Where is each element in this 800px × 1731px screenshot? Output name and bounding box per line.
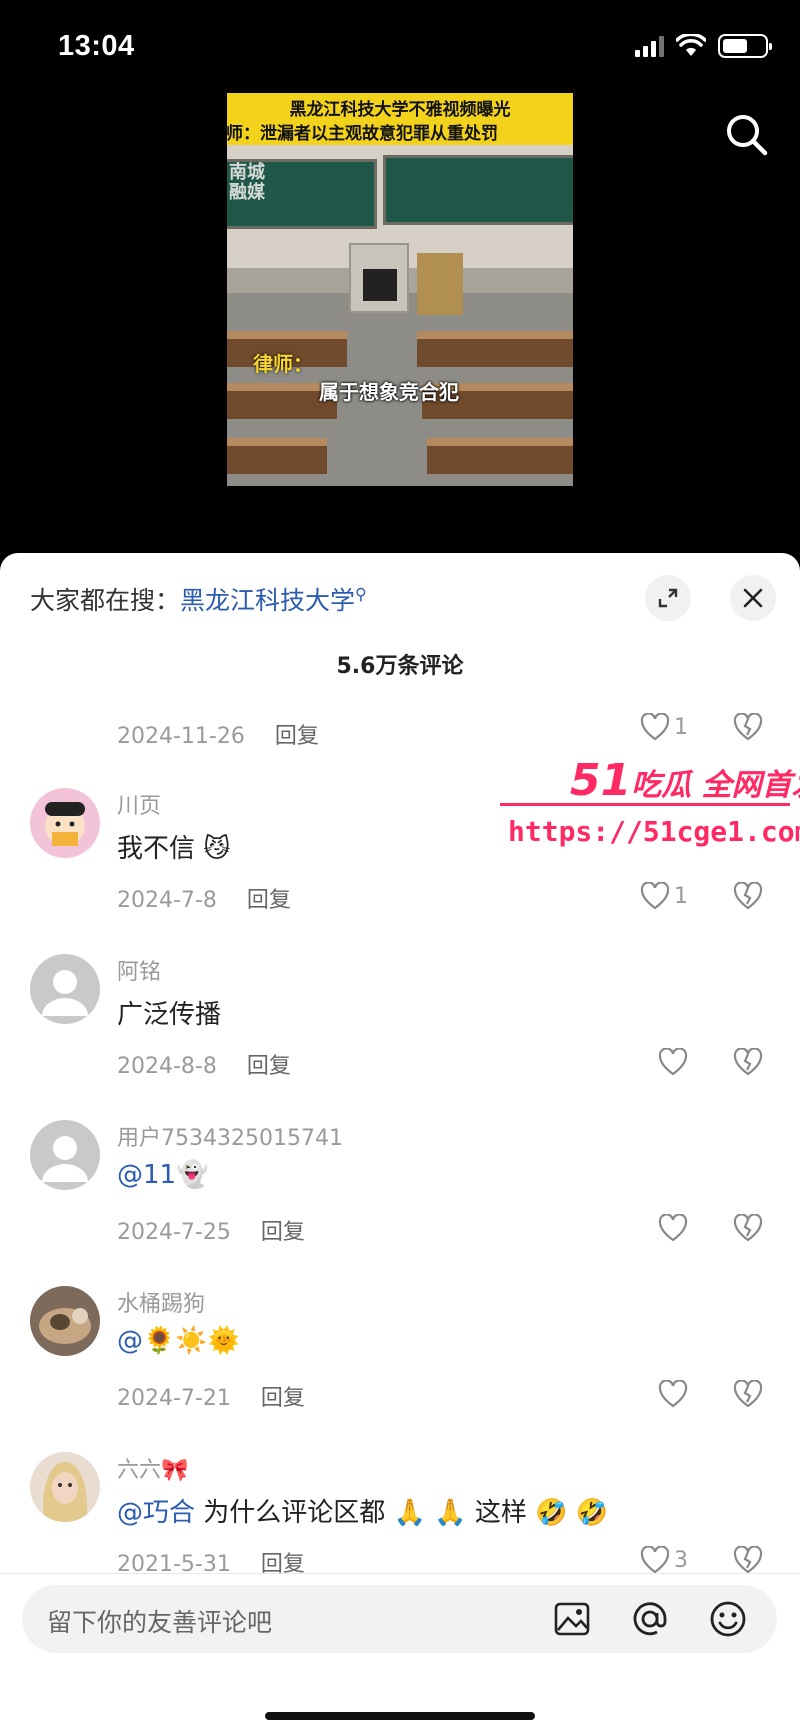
comment-input-placeholder: 留下你的友善评论吧: [47, 1608, 273, 1637]
comment-date: 2024-8-8: [117, 1054, 217, 1079]
comment-username[interactable]: 水桶踢狗: [117, 1286, 205, 1318]
emoji-icon[interactable]: [708, 1599, 748, 1639]
comment-body: 🌻☀️🌞: [143, 1326, 241, 1356]
heart-icon: [658, 1214, 688, 1242]
expand-button[interactable]: [645, 575, 691, 621]
heart-icon: [640, 713, 670, 741]
divider: [0, 1573, 800, 1574]
comment-text: 我不信 😼: [117, 834, 231, 864]
chalkboard: [383, 155, 573, 225]
like-button[interactable]: 1: [640, 882, 688, 910]
search-icon[interactable]: [724, 112, 770, 158]
broken-heart-icon[interactable]: [733, 1048, 763, 1076]
comment-date: 2024-7-21: [117, 1386, 231, 1411]
heart-icon: [640, 882, 670, 910]
avatar[interactable]: [30, 1286, 100, 1356]
small-search-icon: ⚲: [355, 584, 367, 604]
comment-meta: 2024-7-25 回复: [117, 1214, 305, 1246]
watermark-divider: [500, 803, 790, 806]
heart-icon: [658, 1380, 688, 1408]
comment-meta: 2024-7-21 回复: [117, 1380, 305, 1412]
comment-text: @11👻: [117, 1160, 208, 1190]
caption-speaker: 律师：: [253, 352, 313, 376]
like-button[interactable]: [658, 1048, 692, 1076]
home-indicator: [265, 1712, 535, 1720]
mention-link[interactable]: @巧合: [117, 1498, 195, 1528]
comment-meta: 2024-8-8 回复: [117, 1048, 291, 1080]
watermark-url: https://51cge1.com: [508, 815, 800, 848]
reply-button[interactable]: 回复: [275, 724, 319, 749]
comment-count: 5.6万条评论: [336, 654, 464, 679]
reply-button[interactable]: 回复: [247, 1054, 291, 1079]
reply-button[interactable]: 回复: [261, 1220, 305, 1245]
video-banner: 黑龙江科技大学不雅视频曝光 律师：泄漏者以主观故意犯罪从重处罚: [227, 93, 573, 145]
comment-input[interactable]: 留下你的友善评论吧: [22, 1585, 777, 1653]
comment-text: @🌻☀️🌞: [117, 1326, 240, 1356]
close-icon: [743, 588, 763, 608]
reply-button[interactable]: 回复: [261, 1386, 305, 1411]
avatar[interactable]: [30, 954, 100, 1024]
comment-item: 用户7534325015741 @11👻 2024-7-25 回复: [0, 1120, 800, 1280]
mention-link[interactable]: @: [117, 1326, 143, 1356]
like-button[interactable]: [658, 1380, 692, 1408]
comment-sheet: 大家都在搜：黑龙江科技大学⚲ 5.6万条评论 2024-11-26 回复 1 川页…: [0, 553, 800, 1731]
comment-item: 阿铭 广泛传播 2024-8-8 回复: [0, 954, 800, 1114]
comment-meta: 2024-11-26 回复: [117, 718, 319, 750]
broken-heart-icon[interactable]: [733, 1380, 763, 1408]
avatar[interactable]: [30, 788, 100, 858]
mention-link[interactable]: @11: [117, 1160, 176, 1190]
banner-line1: 黑龙江科技大学不雅视频曝光: [289, 100, 511, 120]
avatar[interactable]: [30, 1452, 100, 1522]
battery-icon: [718, 34, 772, 58]
comment-date: 2024-11-26: [117, 724, 245, 749]
comment-username[interactable]: 阿铭: [117, 954, 161, 986]
wifi-icon: [676, 34, 706, 56]
cellular-signal-icon: [635, 35, 664, 57]
comment-username[interactable]: 用户7534325015741: [117, 1120, 343, 1152]
video-player[interactable]: 黑龙江科技大学不雅视频曝光 律师：泄漏者以主观故意犯罪从重处罚 南城 融媒 律师…: [227, 93, 573, 486]
comment-date: 2024-7-8: [117, 888, 217, 913]
trending-search[interactable]: 大家都在搜：黑龙江科技大学⚲: [30, 581, 367, 617]
status-bar: 13:04: [0, 0, 800, 95]
comment-meta: 2024-7-8 回复: [117, 882, 291, 914]
avatar[interactable]: [30, 1120, 100, 1190]
like-count: 3: [674, 1547, 688, 1573]
site-watermark: 51吃瓜 全网首发 https://51cge1.com: [500, 755, 800, 865]
like-button[interactable]: 3: [640, 1546, 688, 1574]
banner-line2: 律师：泄漏者以主观故意犯罪从重处罚: [227, 124, 498, 144]
heart-icon: [658, 1048, 688, 1076]
comment-body: 👻: [176, 1160, 209, 1190]
heart-icon: [640, 1546, 670, 1574]
like-button[interactable]: 1: [640, 713, 688, 741]
trending-search-keyword[interactable]: 黑龙江科技大学: [180, 586, 355, 615]
watermark-brand-number: 51: [570, 755, 632, 806]
like-count: 1: [674, 714, 688, 740]
broken-heart-icon[interactable]: [733, 1546, 763, 1574]
broken-heart-icon[interactable]: [733, 713, 763, 741]
podium: [349, 243, 409, 313]
comment-username[interactable]: 川页: [117, 788, 161, 820]
status-time: 13:04: [58, 30, 135, 62]
broken-heart-icon[interactable]: [733, 1214, 763, 1242]
image-icon[interactable]: [552, 1599, 592, 1639]
like-button[interactable]: [658, 1214, 692, 1242]
comment-date: 2024-7-25: [117, 1220, 231, 1245]
at-mention-icon[interactable]: [630, 1599, 670, 1639]
status-icons: [635, 34, 772, 58]
watermark-brand-text: 吃瓜 全网首发: [631, 768, 800, 803]
broken-heart-icon[interactable]: [733, 882, 763, 910]
comment-body: 为什么评论区都 🙏 🙏 这样 🤣 🤣: [195, 1498, 609, 1528]
reply-button[interactable]: 回复: [247, 888, 291, 913]
caption-text: 属于想象竞合犯: [319, 380, 459, 404]
comment-text: 广泛传播: [117, 1000, 222, 1030]
expand-icon: [658, 588, 678, 608]
comment-text: @巧合 为什么评论区都 🙏 🙏 这样 🤣 🤣: [117, 1492, 608, 1529]
video-watermark: 南城 融媒: [229, 162, 265, 203]
trending-search-prefix: 大家都在搜：: [30, 586, 181, 615]
comment-username[interactable]: 六六🎀: [117, 1452, 188, 1484]
like-count: 1: [674, 883, 688, 909]
comment-item: 水桶踢狗 @🌻☀️🌞 2024-7-21 回复: [0, 1286, 800, 1446]
watermark-brand: 51吃瓜 全网首发: [570, 755, 800, 806]
close-button[interactable]: [730, 575, 776, 621]
